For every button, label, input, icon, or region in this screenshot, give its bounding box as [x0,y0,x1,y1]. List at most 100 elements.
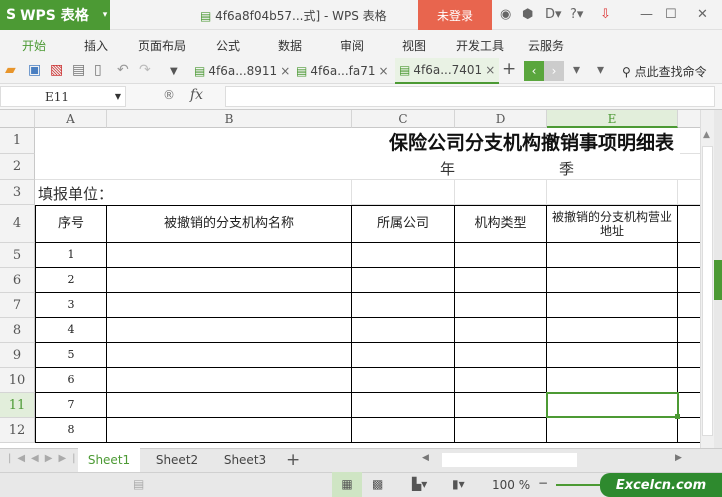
new-tab-icon[interactable]: + [502,59,516,79]
feedback-icon[interactable]: D▾ [545,7,562,22]
zoom-slider[interactable] [556,484,606,486]
menu-view[interactable]: 视图 [402,37,426,54]
add-sheet-icon[interactable]: + [286,450,300,470]
print-icon[interactable]: ▤ [72,62,85,78]
menu-formulas[interactable]: 公式 [216,37,240,54]
cell[interactable] [678,318,700,343]
cell[interactable] [107,368,352,393]
cell[interactable] [547,418,678,443]
serial-cell[interactable]: 1 [35,243,107,268]
sheet-title[interactable]: 保险公司分支机构撤销事项明细表 [35,128,680,154]
table-header-cell[interactable]: 所属公司 [352,205,455,243]
close-icon[interactable]: ✕ [697,7,708,22]
serial-cell[interactable]: 2 [35,268,107,293]
column-header-b[interactable]: B [107,110,352,128]
table-header-cell[interactable]: 被撤销的分支机构营业地址 [547,205,678,243]
row-header-12[interactable]: 12 [0,418,35,443]
cell[interactable] [352,393,455,418]
skin-icon[interactable]: ◉ [500,7,511,22]
tab-list-icon[interactable]: ▾ [573,62,580,78]
close-tab-icon[interactable]: × [378,64,388,78]
cell[interactable] [107,293,352,318]
scrollbar-thumb[interactable] [702,146,713,436]
active-cell-e11[interactable] [546,392,680,419]
cell[interactable] [352,368,455,393]
print-preview-icon[interactable]: ▯ [94,62,102,78]
undo-icon[interactable]: ↶ [117,62,129,78]
cell[interactable] [547,318,678,343]
spreadsheet-grid[interactable]: A B C D E 1 2 3 4 5 6 7 8 9 10 11 12 序号 被撤销的分支机构名称 所属… [0,110,700,448]
table-header-cell[interactable]: 机构类型 [455,205,547,243]
page-break-view-icon[interactable]: ▩ [372,477,383,491]
cell[interactable] [455,393,547,418]
maximize-icon[interactable]: ☐ [665,7,677,22]
row-header-6[interactable]: 6 [0,268,35,293]
cell[interactable] [547,243,678,268]
cell[interactable] [547,180,678,205]
serial-cell[interactable]: 4 [35,318,107,343]
serial-cell[interactable]: 8 [35,418,107,443]
scroll-left-icon[interactable]: ‹ [524,61,544,81]
column-header-e[interactable]: E [547,110,678,128]
row-header-7[interactable]: 7 [0,293,35,318]
cell[interactable] [678,154,700,180]
vertical-scrollbar[interactable]: ▲ [700,110,714,448]
sheet-nav-icons[interactable]: |◀◀▶▶| [8,453,82,464]
cell[interactable] [678,268,700,293]
cell[interactable] [455,368,547,393]
app-menu-button[interactable]: S WPS 表格 ▾ [0,0,110,30]
cell[interactable] [678,180,700,205]
horizontal-scrollbar[interactable]: ◀ ▶ [420,452,690,468]
column-header-c[interactable]: C [352,110,455,128]
login-button[interactable]: 未登录 [418,0,492,30]
cell[interactable] [352,318,455,343]
cell[interactable] [455,293,547,318]
normal-view-icon[interactable]: ▦ [332,472,362,497]
cell[interactable] [678,343,700,368]
close-tab-icon[interactable]: × [280,64,290,78]
cell[interactable] [352,343,455,368]
side-panel-toggle[interactable] [714,110,722,448]
table-header-cell[interactable]: 被撤销的分支机构名称 [107,205,352,243]
reporting-unit-label[interactable]: 填报单位： [35,180,352,205]
menu-insert[interactable]: 插入 [84,37,108,54]
cell[interactable] [455,318,547,343]
serial-cell[interactable]: 3 [35,293,107,318]
redo-icon[interactable]: ↷ [139,62,151,78]
menu-data[interactable]: 数据 [278,37,302,54]
reading-mode-icon[interactable]: ▮▾ [452,477,465,491]
serial-cell[interactable]: 7 [35,393,107,418]
command-search[interactable]: ⚲ 点此查找命令 [622,63,707,80]
row-header-8[interactable]: 8 [0,318,35,343]
cell[interactable] [107,393,352,418]
more-dropdown-icon[interactable]: ▼ [170,66,178,77]
cell[interactable] [455,343,547,368]
save-icon[interactable]: ▣ [28,62,41,78]
sheet-tab-sheet1[interactable]: Sheet1 [78,448,140,472]
help-icon[interactable]: ?▾ [570,7,583,22]
cell[interactable] [678,293,700,318]
cell[interactable] [678,368,700,393]
scrollbar-thumb[interactable] [442,453,577,467]
menu-review[interactable]: 审阅 [340,37,364,54]
cell[interactable] [678,418,700,443]
open-icon[interactable]: ▰ [5,62,16,78]
menu-cloud[interactable]: 云服务 [528,37,564,54]
menu-home[interactable]: 开始 [22,37,46,54]
row-header-2[interactable]: 2 [0,154,35,180]
sheet-tab-sheet3[interactable]: Sheet3 [214,448,276,472]
formula-input[interactable] [225,86,715,107]
cell[interactable] [678,128,700,154]
cell[interactable] [352,243,455,268]
sheet-tab-sheet2[interactable]: Sheet2 [146,448,208,472]
fx-icon[interactable]: fx [190,87,203,103]
cell[interactable] [678,393,700,418]
row-header-3[interactable]: 3 [0,180,35,205]
column-header-f[interactable] [678,110,700,128]
export-pdf-icon[interactable]: ▧ [50,62,63,78]
select-all-corner[interactable] [0,110,35,128]
row-header-1[interactable]: 1 [0,128,35,154]
page-layout-icon[interactable]: ▙▾ [412,477,427,491]
cell[interactable] [352,180,455,205]
cell[interactable] [107,268,352,293]
